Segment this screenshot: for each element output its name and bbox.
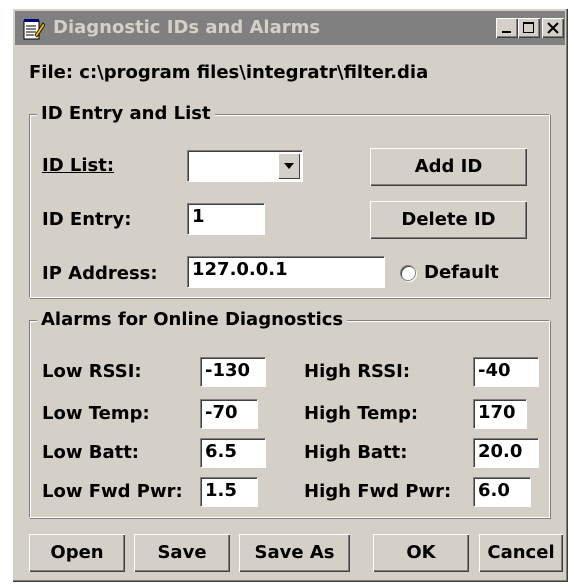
- id-list-label: ID List:: [42, 155, 115, 176]
- high-fwd-pwr-label: High Fwd Pwr:: [304, 481, 452, 502]
- close-icon: [547, 22, 559, 34]
- save-as-label: Save As: [254, 542, 335, 563]
- high-rssi-label: High RSSI:: [304, 361, 411, 382]
- save-label: Save: [157, 542, 207, 563]
- close-button[interactable]: [542, 18, 564, 38]
- high-temp-input[interactable]: 170: [473, 399, 527, 429]
- id-list-dropdown[interactable]: [187, 150, 303, 182]
- high-batt-label: High Batt:: [304, 442, 408, 463]
- low-temp-input[interactable]: -70: [200, 399, 258, 429]
- default-radio[interactable]: [400, 265, 416, 281]
- id-entry-group: ID Entry and List ID List: ID Entry: 1 I…: [29, 102, 550, 298]
- ok-button[interactable]: OK: [373, 534, 469, 572]
- low-batt-label: Low Batt:: [42, 442, 140, 463]
- default-radio-label[interactable]: Default: [424, 262, 499, 284]
- id-list-dropdown-button[interactable]: [278, 153, 300, 179]
- add-id-button[interactable]: Add ID: [370, 148, 527, 186]
- open-button[interactable]: Open: [29, 534, 125, 572]
- save-as-button[interactable]: Save As: [239, 534, 350, 572]
- title-bar[interactable]: Diagnostic IDs and Alarms: [15, 11, 565, 45]
- high-fwd-pwr-input[interactable]: 6.0: [473, 477, 531, 507]
- file-path-label: File: c:\program files\integratr\filter.…: [29, 62, 429, 83]
- delete-id-label: Delete ID: [401, 209, 496, 230]
- id-entry-group-title: ID Entry and List: [37, 102, 215, 126]
- high-batt-input[interactable]: 20.0: [473, 438, 539, 468]
- maximize-icon: [523, 22, 534, 33]
- maximize-button[interactable]: [518, 18, 540, 38]
- ip-address-input[interactable]: 127.0.0.1: [187, 256, 385, 288]
- ip-address-label: IP Address:: [42, 263, 158, 284]
- delete-id-button[interactable]: Delete ID: [370, 201, 527, 239]
- low-fwd-pwr-input[interactable]: 1.5: [200, 477, 258, 507]
- add-id-label: Add ID: [414, 156, 483, 177]
- notepad-icon: [23, 19, 45, 40]
- chevron-down-icon: [284, 163, 294, 169]
- minimize-button[interactable]: [496, 18, 518, 38]
- low-temp-label: Low Temp:: [42, 403, 150, 424]
- low-rssi-input[interactable]: -130: [200, 357, 266, 387]
- dialog-window: Diagnostic IDs and Alarms File: c:\progr…: [12, 8, 568, 582]
- ok-label: OK: [406, 542, 436, 563]
- window-title: Diagnostic IDs and Alarms: [53, 17, 321, 38]
- minimize-icon: [502, 31, 511, 33]
- high-rssi-input[interactable]: -40: [473, 357, 539, 387]
- cancel-label: Cancel: [487, 542, 555, 563]
- low-batt-input[interactable]: 6.5: [200, 438, 266, 468]
- cancel-button[interactable]: Cancel: [479, 534, 563, 572]
- id-entry-label: ID Entry:: [42, 209, 132, 230]
- alarms-group-title: Alarms for Online Diagnostics: [37, 308, 348, 332]
- low-rssi-label: Low RSSI:: [42, 361, 142, 382]
- save-button[interactable]: Save: [134, 534, 230, 572]
- id-entry-input[interactable]: 1: [187, 203, 265, 235]
- open-label: Open: [50, 542, 104, 563]
- alarms-group: Alarms for Online Diagnostics Low RSSI: …: [29, 308, 550, 518]
- high-temp-label: High Temp:: [304, 403, 419, 424]
- low-fwd-pwr-label: Low Fwd Pwr:: [42, 481, 183, 502]
